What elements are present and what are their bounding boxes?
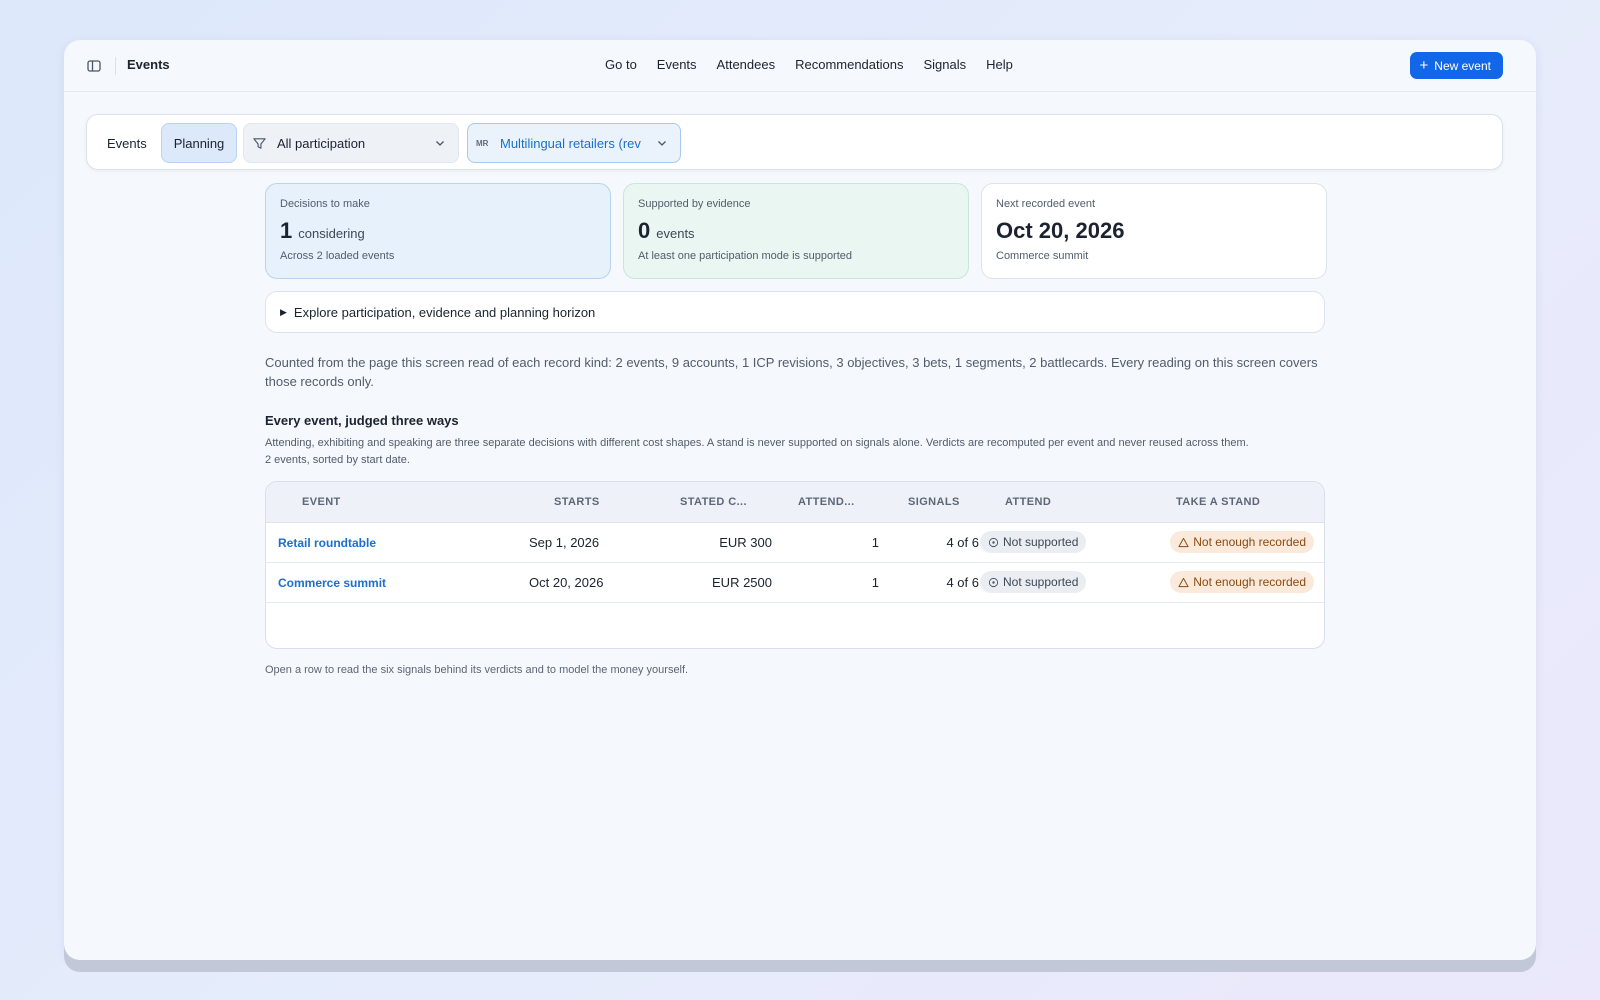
counted-note: Counted from the page this screen read o… (265, 355, 1318, 389)
nav-attendees[interactable]: Attendees (717, 57, 776, 72)
table-row[interactable]: Retail roundtable Sep 1, 2026 EUR 300 1 … (266, 523, 1324, 563)
tab-events[interactable]: Events (95, 123, 159, 163)
participation-select[interactable]: All participation (243, 123, 459, 163)
starts-cell: Oct 20, 2026 (529, 575, 604, 590)
attendees-cell: 1 (871, 575, 879, 590)
card-sub: Across 2 loaded events (280, 250, 395, 262)
event-link[interactable]: Retail roundtable (278, 536, 376, 550)
attendees-cell: 1 (871, 535, 879, 550)
main-nav: Go to Events Attendees Recommendations S… (605, 57, 1033, 72)
section-title: Every event, judged three ways (265, 413, 459, 428)
tab-planning[interactable]: Planning (161, 123, 237, 163)
stand-verdict: Not enough recorded (1193, 535, 1306, 549)
evidence-card: Supported by evidence 0 events At least … (623, 183, 969, 279)
explore-label: Explore participation, evidence and plan… (293, 304, 596, 320)
chevron-down-icon (436, 141, 444, 146)
new-event-button[interactable]: + New event (1409, 52, 1503, 79)
card-sub: At least one participation mode is suppo… (638, 250, 853, 262)
chevron-down-icon (658, 141, 666, 146)
explore-disclosure[interactable]: ▶ Explore participation, evidence and pl… (265, 291, 1325, 333)
table-footnote: Open a row to read the six signals behin… (265, 664, 689, 676)
table-header: EVENT STARTS STATED C... ATTEND... SIGNA… (266, 482, 1324, 523)
filter-icon (253, 137, 266, 149)
col-take-a-stand[interactable]: TAKE A STAND (1176, 496, 1260, 508)
page-title: Events (127, 57, 170, 72)
stand-badge: Not enough recorded (1170, 571, 1314, 593)
segment-select[interactable]: MR Multilingual retailers (rev (467, 123, 681, 163)
card-unit: events (656, 226, 695, 241)
circle-dot-icon (988, 537, 999, 547)
card-sub: Commerce summit (996, 250, 1089, 262)
top-bar: Events Go to Events Attendees Recommenda… (64, 40, 1536, 92)
col-starts[interactable]: STARTS (554, 496, 600, 508)
nav-recommendations[interactable]: Recommendations (795, 57, 903, 72)
card-value: 0 (638, 218, 651, 243)
warning-icon (1178, 577, 1189, 587)
plus-icon: + (1419, 57, 1429, 74)
app-window: Events Go to Events Attendees Recommenda… (64, 40, 1536, 960)
signals-cell: 4 of 6 (946, 535, 979, 550)
divider (115, 57, 116, 75)
signals-cell: 4 of 6 (946, 575, 979, 590)
card-value: Oct 20, 2026 (996, 218, 1125, 243)
cost-cell: EUR 300 (719, 535, 772, 550)
col-stated-cost[interactable]: STATED C... (680, 496, 747, 508)
decisions-card: Decisions to make 1 considering Across 2… (265, 183, 611, 279)
segment-value: Multilingual retailers (rev (500, 135, 641, 151)
nav-events[interactable]: Events (657, 57, 697, 72)
filter-bar: Events Planning All participation MR Mul… (86, 114, 1503, 170)
stand-verdict: Not enough recorded (1193, 575, 1306, 589)
card-value: 1 (280, 218, 293, 243)
card-label: Supported by evidence (638, 198, 751, 210)
segment-initials: MR (476, 138, 489, 148)
next-event-card: Next recorded event Oct 20, 2026 Commerc… (981, 183, 1327, 279)
attend-verdict: Not supported (1003, 575, 1079, 589)
nav-help[interactable]: Help (986, 57, 1013, 72)
circle-dot-icon (988, 577, 999, 587)
section-description-text: Attending, exhibiting and speaking are t… (265, 437, 1249, 449)
col-attend[interactable]: ATTEND (1005, 496, 1051, 508)
col-signals[interactable]: SIGNALS (908, 496, 960, 508)
section-count: 2 events, sorted by start date. (265, 454, 410, 466)
col-attendees[interactable]: ATTEND... (798, 496, 855, 508)
attend-badge: Not supported (980, 571, 1087, 593)
col-event[interactable]: EVENT (302, 496, 341, 508)
table-row[interactable]: Commerce summit Oct 20, 2026 EUR 2500 1 … (266, 563, 1324, 603)
warning-icon (1178, 537, 1189, 547)
event-link[interactable]: Commerce summit (278, 576, 386, 590)
stand-badge: Not enough recorded (1170, 531, 1314, 553)
cost-cell: EUR 2500 (712, 575, 772, 590)
sidebar-toggle-icon[interactable] (86, 58, 102, 74)
card-label: Decisions to make (280, 198, 370, 210)
events-table: EVENT STARTS STATED C... ATTEND... SIGNA… (265, 481, 1325, 649)
nav-go-to[interactable]: Go to (605, 57, 637, 72)
section-description: Attending, exhibiting and speaking are t… (265, 435, 1345, 469)
attend-verdict: Not supported (1003, 535, 1079, 549)
starts-cell: Sep 1, 2026 (529, 535, 600, 550)
triangle-right-icon: ▶ (280, 306, 287, 317)
card-label: Next recorded event (996, 198, 1096, 210)
participation-value: All participation (277, 135, 366, 151)
new-event-label: New event (1434, 58, 1491, 73)
attend-badge: Not supported (980, 531, 1087, 553)
nav-signals[interactable]: Signals (923, 57, 966, 72)
card-unit: considering (298, 226, 365, 241)
